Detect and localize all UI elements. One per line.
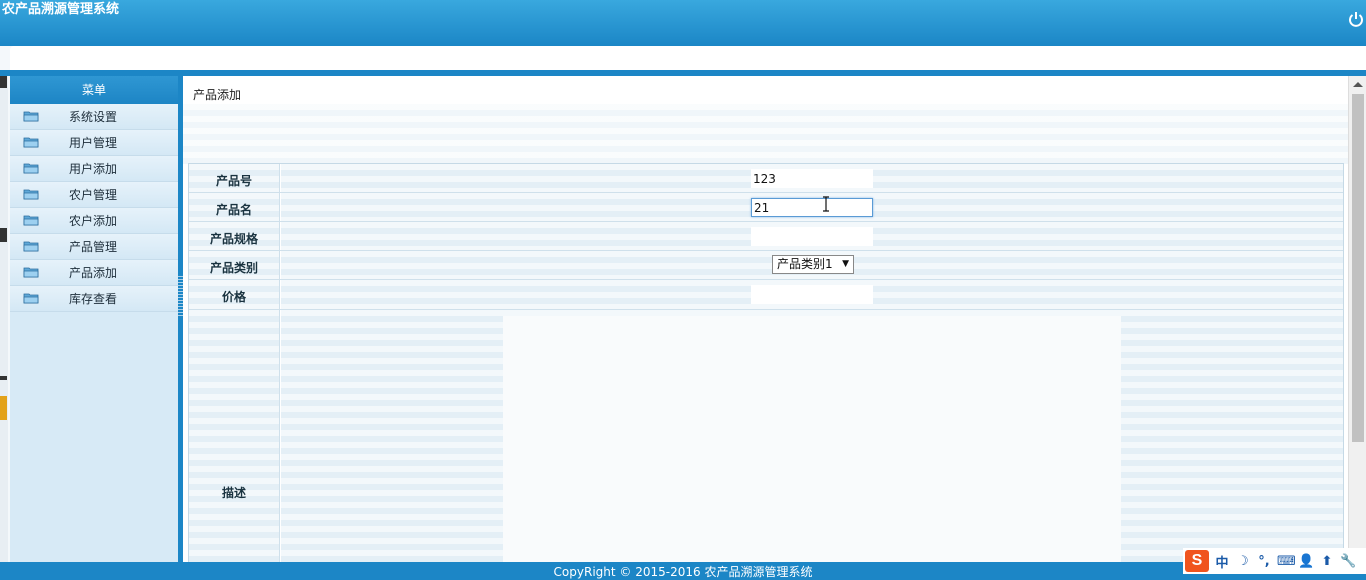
folder-icon xyxy=(23,137,39,148)
punctuation-icon[interactable]: °, xyxy=(1256,554,1272,569)
text-cursor-icon xyxy=(823,196,829,212)
sidebar-item-product-add[interactable]: 产品添加 xyxy=(10,260,178,286)
folder-icon xyxy=(23,267,39,278)
product-name-input[interactable] xyxy=(751,198,873,217)
sidebar-header: 菜单 xyxy=(10,76,178,104)
sidebar-item-inventory-view[interactable]: 库存查看 xyxy=(10,286,178,312)
app-title: 农产品溯源管理系统 xyxy=(2,2,120,17)
price-input[interactable] xyxy=(751,285,873,304)
product-spec-label: 产品规格 xyxy=(189,222,280,250)
product-category-value: 产品类别1 xyxy=(777,257,833,271)
top-header: 农产品溯源管理系统 xyxy=(0,0,1366,46)
sidebar: 菜单 系统设置 用户管理 用户添加 农户管理 农户添加 产品管理 产品添加 库存… xyxy=(10,76,178,562)
ime-language-toggle[interactable]: 中 xyxy=(1214,552,1230,571)
description-cell xyxy=(281,310,1343,562)
dropdown-arrow-icon: ▼ xyxy=(842,259,849,269)
folder-icon xyxy=(23,189,39,200)
scroll-thumb[interactable] xyxy=(1352,94,1364,442)
product-add-form: 产品号 产品名 产品规格 产品类别 产品类别1 ▼ xyxy=(188,163,1344,562)
form-row-product-name: 产品名 xyxy=(189,193,1343,222)
product-no-input[interactable] xyxy=(751,169,873,188)
product-category-cell: 产品类别1 ▼ xyxy=(281,251,1343,279)
folder-icon xyxy=(23,163,39,174)
background-window-fragment xyxy=(0,76,8,562)
sidebar-item-label: 用户管理 xyxy=(69,136,118,150)
description-label: 描述 xyxy=(189,310,280,562)
folder-icon xyxy=(23,111,39,122)
scroll-up-icon[interactable] xyxy=(1353,82,1363,87)
sidebar-item-user-management[interactable]: 用户管理 xyxy=(10,130,178,156)
form-row-product-spec: 产品规格 xyxy=(189,222,1343,251)
keyboard-icon[interactable]: ⌨ xyxy=(1277,554,1296,569)
sidebar-item-label: 系统设置 xyxy=(69,110,118,124)
folder-icon xyxy=(23,241,39,252)
product-name-cell xyxy=(281,193,1343,221)
folder-icon xyxy=(23,215,39,226)
sub-header xyxy=(10,46,1366,70)
moon-icon[interactable]: ☽ xyxy=(1235,554,1251,569)
footer: CopyRight © 2015-2016 农产品溯源管理系统 xyxy=(0,562,1366,580)
form-row-description: 描述 xyxy=(189,310,1343,562)
sidebar-item-farmer-management[interactable]: 农户管理 xyxy=(10,182,178,208)
sidebar-item-user-add[interactable]: 用户添加 xyxy=(10,156,178,182)
user-icon[interactable]: 👤 xyxy=(1298,554,1314,569)
power-icon[interactable] xyxy=(1348,10,1364,28)
sogou-logo-icon[interactable]: S xyxy=(1185,550,1209,572)
sidebar-item-label: 农户添加 xyxy=(69,214,118,228)
product-no-cell xyxy=(281,164,1343,192)
product-name-label: 产品名 xyxy=(189,193,280,221)
sidebar-item-label: 产品管理 xyxy=(69,240,118,254)
wrench-icon[interactable]: 🔧 xyxy=(1340,554,1356,569)
sidebar-item-farmer-add[interactable]: 农户添加 xyxy=(10,208,178,234)
form-row-product-category: 产品类别 产品类别1 ▼ xyxy=(189,251,1343,280)
product-spec-cell xyxy=(281,222,1343,250)
form-row-price: 价格 xyxy=(189,280,1343,310)
main-content: 产品添加 产品号 产品名 产品规格 产品类别 产品类别1 xyxy=(183,76,1348,562)
sidebar-item-label: 用户添加 xyxy=(69,162,118,176)
sidebar-item-label: 库存查看 xyxy=(69,292,118,306)
product-category-select[interactable]: 产品类别1 ▼ xyxy=(772,255,854,274)
product-category-label: 产品类别 xyxy=(189,251,280,279)
description-editor[interactable] xyxy=(503,316,1121,562)
form-row-product-no: 产品号 xyxy=(189,164,1343,193)
breadcrumb: 产品添加 xyxy=(193,88,242,102)
price-label: 价格 xyxy=(189,280,280,309)
product-spec-input[interactable] xyxy=(751,227,873,246)
ime-toolbar[interactable]: S 中 ☽ °, ⌨ 👤 ⬆ 🔧 xyxy=(1183,548,1366,574)
product-no-label: 产品号 xyxy=(189,164,280,192)
sidebar-item-label: 农户管理 xyxy=(69,188,118,202)
folder-icon xyxy=(23,293,39,304)
price-cell xyxy=(281,280,1343,309)
header-stripe xyxy=(183,104,1348,164)
sidebar-item-label: 产品添加 xyxy=(69,266,118,280)
sidebar-item-product-management[interactable]: 产品管理 xyxy=(10,234,178,260)
sidebar-item-system-settings[interactable]: 系统设置 xyxy=(10,104,178,130)
vertical-scrollbar[interactable] xyxy=(1348,76,1366,562)
upload-icon[interactable]: ⬆ xyxy=(1319,554,1335,569)
